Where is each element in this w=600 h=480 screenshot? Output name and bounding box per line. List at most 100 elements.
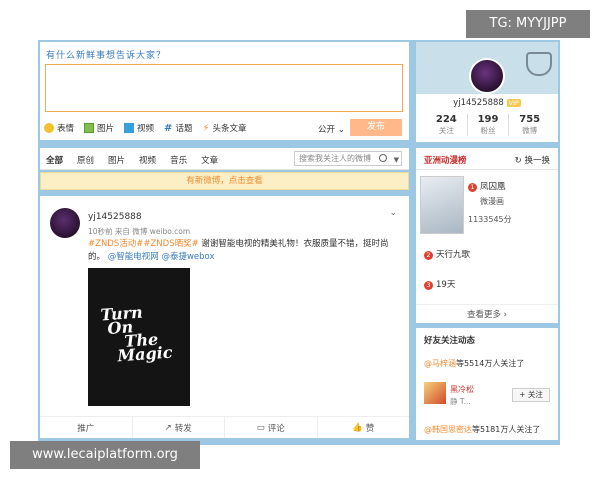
stat-number: 755 (519, 114, 541, 125)
promote-label: 推广 (77, 423, 95, 434)
activity-text: 等5514万人关注了 (456, 359, 525, 368)
stat-following[interactable]: 224 关注 (426, 114, 468, 136)
feed-tabs: 全部 原创 图片 视频 音乐 文章 搜索我关注人的微博 ▼ (40, 148, 409, 170)
avatar[interactable] (424, 382, 446, 404)
follow-button[interactable]: + 关注 (512, 388, 550, 402)
rank-title: 19天 (436, 280, 456, 290)
repost-label: 转发 (174, 423, 192, 434)
profile-username: yj14525888 (453, 98, 504, 108)
comment-label: 评论 (267, 423, 285, 434)
article-tool[interactable]: ⚡ 头条文章 (202, 122, 247, 135)
video-tool[interactable]: 视频 (124, 122, 154, 134)
repost-button[interactable]: ↗ 转发 (133, 417, 225, 438)
image-icon (84, 123, 95, 133)
stat-number: 224 (435, 114, 457, 125)
composer-prompt: 有什么新鲜事想告诉大家？ (46, 51, 167, 61)
see-more-link[interactable]: 查看更多 › (416, 304, 558, 320)
tab-music[interactable]: 音乐 (170, 154, 187, 166)
like-button[interactable]: 👍 赞 (318, 417, 410, 438)
mention-link[interactable]: @智能电视网 (108, 252, 159, 262)
panel-header: 亚洲动漫榜 ↻ 换一换 (416, 148, 558, 170)
new-posts-bar[interactable]: 有新微博，点击查看 (40, 172, 409, 190)
weibo-page: 有什么新鲜事想告诉大家？ 表情 图片 视频 # 话题 ⚡ 头条文章 公开 ⌄ 发布 … (0, 0, 600, 480)
post-meta: 10秒前 来自 微博 weibo.com (88, 227, 191, 236)
rank-badge: 2 (424, 251, 433, 260)
tab-original[interactable]: 原创 (77, 154, 94, 166)
tab-all[interactable]: 全部 (46, 154, 63, 166)
post-username[interactable]: yj14525888 (88, 212, 142, 222)
panel-title[interactable]: 亚洲动漫榜 (424, 154, 467, 166)
chevron-down-icon[interactable]: ⌄ (389, 208, 397, 218)
avatar[interactable] (469, 58, 505, 94)
topic-tool[interactable]: # 话题 (164, 122, 193, 135)
post-text: #ZNDS活动##ZNDS晒奖# 谢谢智能电视的精美礼物！衣服质量不错，挺时尚的… (88, 238, 398, 264)
profile-stats: 224 关注 199 粉丝 755 微博 (426, 114, 550, 136)
rank-item-1[interactable]: 1 凤囚凰 (468, 180, 506, 192)
activity-text: 等5181万人关注了 (472, 425, 541, 434)
image-tool[interactable]: 图片 (84, 122, 114, 134)
rank-badge: 3 (424, 281, 433, 290)
refresh-label: 换一换 (524, 156, 550, 166)
refresh-button[interactable]: ↻ 换一换 (515, 154, 550, 166)
composer-toolbar: 表情 图片 视频 # 话题 ⚡ 头条文章 (44, 122, 247, 134)
feed-search-input[interactable]: 搜索我关注人的微博 ▼ (294, 151, 402, 166)
rank-subtitle: 微漫画 (480, 197, 504, 206)
friend-subtitle: 静 T... (450, 397, 471, 406)
post-hashtags[interactable]: #ZNDS活动##ZNDS晒奖# (88, 239, 199, 249)
mention-link[interactable]: @泰捷webox (161, 252, 214, 262)
search-icon[interactable] (379, 154, 387, 162)
post-image[interactable]: Turn On The Magic (88, 268, 190, 406)
mention-link[interactable]: @马梓涵 (424, 359, 456, 368)
article-icon: ⚡ (202, 122, 210, 134)
post-actions: 推广 ↗ 转发 ▭ 评论 👍 赞 (40, 416, 409, 438)
article-label: 头条文章 (212, 124, 247, 134)
rank-item-3[interactable]: 3 19天 (424, 278, 455, 290)
search-placeholder: 搜索我关注人的微博 (299, 154, 371, 163)
visibility-select[interactable]: 公开 ⌄ (318, 123, 345, 135)
stat-label: 关注 (438, 126, 454, 135)
video-icon (124, 123, 135, 133)
rank-item-2[interactable]: 2 天行九歌 (424, 248, 470, 260)
emoji-label: 表情 (57, 124, 75, 134)
topic-label: 话题 (175, 124, 193, 134)
watermark-top: TG: MYYJJPP (466, 10, 590, 38)
chevron-down-icon[interactable]: ▼ (394, 154, 399, 167)
composer-textarea[interactable] (45, 64, 403, 112)
refresh-icon: ↻ (514, 156, 525, 166)
promote-button[interactable]: 推广 (40, 417, 133, 438)
stat-followers[interactable]: 199 粉丝 (468, 114, 510, 136)
like-label: 赞 (365, 423, 375, 434)
rank-title: 凤囚凰 (480, 182, 506, 192)
panel-title: 好友关注动态 (424, 336, 476, 346)
smiley-icon (44, 123, 54, 133)
stat-label: 粉丝 (480, 126, 496, 135)
rank-title: 天行九歌 (436, 250, 471, 260)
mention-link[interactable]: @韩国思密达 (424, 425, 472, 434)
friends-activity-panel: 好友关注动态 @马梓涵等5514万人关注了 黑冷松 静 T... + 关注 @韩… (416, 328, 558, 440)
stat-posts[interactable]: 755 微博 (509, 114, 550, 136)
rank-score: 1133545分 (468, 215, 512, 224)
stat-number: 199 (477, 114, 499, 125)
hashtag-icon: # (164, 122, 173, 134)
book-cover[interactable] (420, 176, 464, 234)
profile-card: yj14525888 VIP 224 关注 199 粉丝 755 微博 (416, 42, 558, 142)
publish-button[interactable]: 发布 (350, 119, 402, 136)
anime-ranking-panel: 亚洲动漫榜 ↻ 换一换 1 凤囚凰 微漫画 1133545分 2 天行九歌 3 19天… (416, 148, 558, 323)
repost-icon: ↗ (164, 422, 172, 433)
comment-icon: ▭ (256, 422, 265, 433)
avatar[interactable] (50, 208, 80, 238)
watermark-bottom: www.lecaiplatform.org (10, 441, 200, 469)
feed-post: yj14525888 10秒前 来自 微博 weibo.com ⌄ #ZNDS活… (40, 196, 409, 438)
emoji-tool[interactable]: 表情 (44, 122, 74, 134)
comment-button[interactable]: ▭ 评论 (225, 417, 318, 438)
activity-line: @马梓涵等5514万人关注了 (424, 358, 524, 369)
video-label: 视频 (137, 124, 155, 134)
profile-name[interactable]: yj14525888 VIP (416, 98, 558, 108)
tab-images[interactable]: 图片 (108, 154, 125, 166)
tshirt-print: Turn On The Magic (100, 303, 173, 366)
tab-videos[interactable]: 视频 (139, 154, 156, 166)
composer-panel: 有什么新鲜事想告诉大家？ 表情 图片 视频 # 话题 ⚡ 头条文章 公开 ⌄ 发布 (40, 42, 409, 140)
friend-name[interactable]: 黑冷松 (450, 384, 474, 395)
tab-articles[interactable]: 文章 (201, 154, 218, 166)
activity-line: @韩国思密达等5181万人关注了 (424, 424, 540, 435)
